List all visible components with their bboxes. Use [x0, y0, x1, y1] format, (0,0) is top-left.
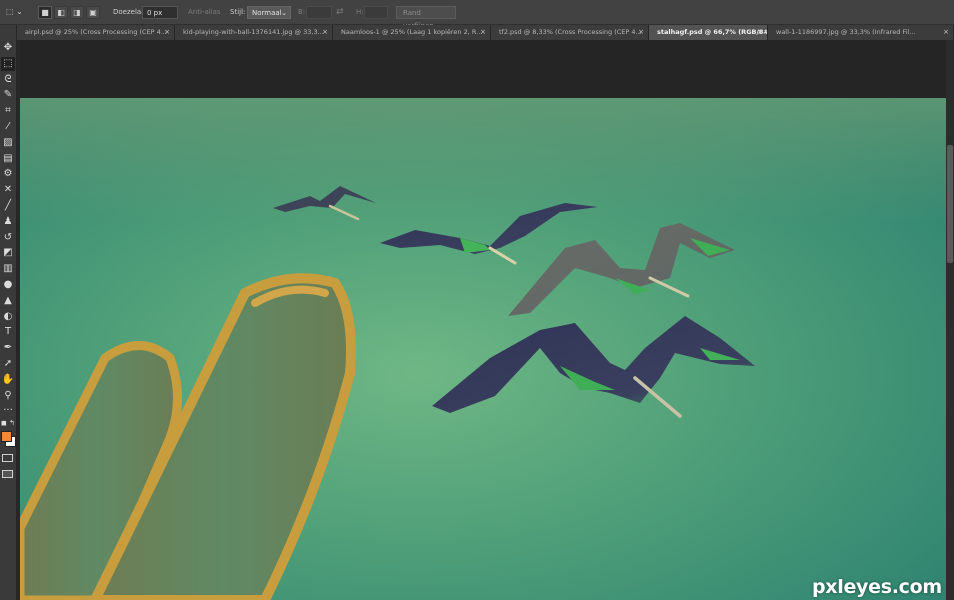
close-icon[interactable]: ×	[322, 25, 328, 40]
close-icon[interactable]: ×	[164, 25, 170, 40]
close-icon[interactable]: ×	[943, 25, 949, 40]
new-selection-icon: ■	[41, 8, 49, 17]
antialias-label: Anti-alias	[188, 8, 221, 16]
reset-colors-icon[interactable]: ◼	[1, 419, 7, 427]
tools-panel: ✥ ⬚ ᘓ ✎ ⌗ ⁄ ▨ ▤ ⚙ ✕ ╱ ♟ ↺ ◩ ▥ ● ▲ ◐ T ✒ ➚ ✋ ⚲ ··· ◼ ↰	[0, 25, 17, 600]
close-icon[interactable]: ×	[638, 25, 644, 40]
new-selection-button[interactable]: ■	[38, 6, 52, 19]
antialias-checkbox[interactable]: Anti-alias	[188, 6, 221, 19]
crop-tool-icon[interactable]: ⌗	[1, 104, 15, 118]
document-tab[interactable]: Naamloos-1 @ 25% (Laag 1 kopiëren 2, R..…	[333, 25, 491, 40]
options-bar: ⬚ ⌄ ■ ◧ ◨ ▣ Doezelaar: 0 px Anti-alias S…	[0, 0, 954, 30]
close-icon[interactable]: ×	[757, 25, 763, 40]
document-tab-label: Naamloos-1 @ 25% (Laag 1 kopiëren 2, R..…	[341, 28, 483, 36]
pen-tool-icon[interactable]: ✒	[1, 341, 15, 355]
style-label: Stijl:	[230, 8, 246, 16]
height-input[interactable]	[364, 6, 388, 19]
patch-tool-icon[interactable]: ⚙	[1, 167, 15, 181]
eyedropper-tool-icon[interactable]: ⁄	[1, 120, 15, 134]
history-brush-tool-icon[interactable]: ↺	[1, 231, 15, 245]
hand-tool-icon[interactable]: ✋	[1, 373, 15, 387]
add-selection-icon: ◧	[57, 8, 65, 17]
more-tools-icon[interactable]: ···	[1, 404, 15, 418]
document-tab-label: airpl.psd @ 25% (Cross Processing (CEP 4…	[25, 28, 167, 36]
tool-preset-picker[interactable]: ⬚ ⌄	[6, 6, 28, 19]
quick-mask-icon[interactable]	[2, 454, 13, 462]
document-tab[interactable]: stalhagf.psd @ 66,7% (RGB/8#) ×	[649, 25, 768, 40]
zoom-tool-icon[interactable]: ⚲	[1, 389, 15, 403]
healing-brush-tool-icon[interactable]: ▨	[1, 136, 15, 150]
style-select-value: Normaal	[252, 9, 282, 17]
subtract-selection-icon: ◨	[73, 8, 81, 17]
document-tab[interactable]: wall-1-1186997.jpg @ 33,3% (Infrared Fil…	[768, 25, 954, 40]
style-select[interactable]: Normaal ⌄	[247, 6, 291, 19]
document-tab-label: stalhagf.psd @ 66,7% (RGB/8#)	[657, 28, 768, 36]
marquee-preset-icon: ⬚ ⌄	[6, 7, 23, 16]
screen-mode-icon[interactable]	[2, 470, 13, 478]
intersect-selection-icon: ▣	[89, 8, 97, 17]
swap-colors-icon[interactable]: ↰	[9, 419, 15, 427]
content-aware-move-tool-icon[interactable]: ✕	[1, 183, 15, 197]
move-tool-icon[interactable]: ✥	[1, 41, 15, 55]
blur-tool-icon[interactable]: ●	[1, 278, 15, 292]
marquee-tool-icon[interactable]: ⬚	[1, 56, 15, 71]
document-tab-label: tf2.psd @ 8,33% (Cross Processing (CEP 4…	[499, 28, 642, 36]
type-tool-icon[interactable]: T	[1, 325, 15, 339]
document-tab[interactable]: airpl.psd @ 25% (Cross Processing (CEP 4…	[17, 25, 175, 40]
scrollbar-thumb[interactable]	[947, 145, 953, 263]
clone-stamp-tool-icon[interactable]: ♟	[1, 215, 15, 229]
brush-tool-icon[interactable]: ╱	[1, 199, 15, 213]
intersect-selection-button[interactable]: ▣	[86, 6, 100, 19]
gradient-tool-icon[interactable]: ▥	[1, 262, 15, 276]
close-icon[interactable]: ×	[480, 25, 486, 40]
width-label: B:	[298, 8, 306, 16]
path-select-tool-icon[interactable]: ➚	[1, 357, 15, 371]
swap-dimensions-icon[interactable]: ⇄	[336, 6, 344, 19]
document-tab[interactable]: kid-playing-with-ball-1376141.jpg @ 33,3…	[175, 25, 333, 40]
watermark-logo: pxleyes.com	[812, 576, 942, 598]
document-tab-bar: airpl.psd @ 25% (Cross Processing (CEP 4…	[17, 25, 954, 40]
lasso-tool-icon[interactable]: ᘓ	[1, 73, 15, 87]
feather-input[interactable]: 0 px	[142, 6, 178, 19]
height-label: H:	[356, 8, 364, 16]
document-tab-label: kid-playing-with-ball-1376141.jpg @ 33,3…	[183, 28, 324, 36]
eraser-tool-icon[interactable]: ◩	[1, 246, 15, 260]
width-input[interactable]	[306, 6, 332, 19]
dodge-tool-icon[interactable]: ◐	[1, 310, 15, 324]
ruler-tool-icon[interactable]: ▤	[1, 152, 15, 166]
document-canvas[interactable]	[20, 98, 946, 600]
vertical-scrollbar[interactable]	[946, 40, 954, 600]
add-to-selection-button[interactable]: ◧	[54, 6, 68, 19]
foreground-color-swatch[interactable]	[1, 431, 12, 442]
subtract-from-selection-button[interactable]: ◨	[70, 6, 84, 19]
quick-select-tool-icon[interactable]: ✎	[1, 88, 15, 102]
refine-edge-button[interactable]: Rand verfijnen...	[396, 6, 456, 30]
document-tab[interactable]: tf2.psd @ 8,33% (Cross Processing (CEP 4…	[491, 25, 649, 40]
sharpen-tool-icon[interactable]: ▲	[1, 294, 15, 308]
document-tab-label: wall-1-1186997.jpg @ 33,3% (Infrared Fil…	[776, 28, 916, 36]
chevron-down-icon: ⌄	[281, 9, 287, 17]
